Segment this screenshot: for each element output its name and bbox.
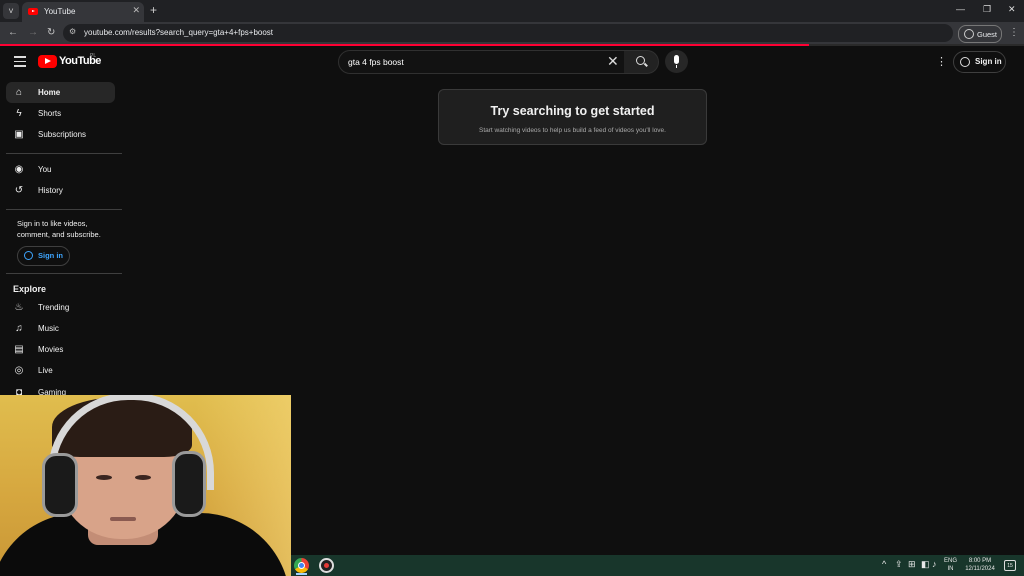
card-subtitle: Start watching videos to help us build a… xyxy=(479,127,666,134)
live-icon: ◎ xyxy=(14,365,24,376)
search-button[interactable] xyxy=(624,50,659,74)
search-query-text[interactable]: gta 4 fps boost xyxy=(348,57,404,67)
clock-time: 8:00 PM xyxy=(968,558,992,564)
movies-icon: ▤ xyxy=(14,344,24,355)
you-icon: ◉ xyxy=(14,164,24,175)
address-bar[interactable]: ⚙ youtube.com/results?search_query=gta+4… xyxy=(63,24,953,42)
update-icon[interactable]: ⇪ xyxy=(895,559,903,570)
history-icon: ↺ xyxy=(14,185,24,196)
sidebar-item-subscriptions[interactable]: ▣ Subscriptions xyxy=(6,124,115,145)
settings-menu-icon[interactable]: ⋮ xyxy=(936,55,947,68)
sidebar-item-movies[interactable]: ▤ Movies xyxy=(6,339,115,360)
reload-button[interactable]: ↻ xyxy=(47,27,55,38)
sidebar-sign-in-button[interactable]: Sign in xyxy=(17,246,70,266)
subscriptions-icon: ▣ xyxy=(14,129,24,140)
home-icon: ⌂ xyxy=(15,87,23,98)
close-window-button[interactable]: ✕ xyxy=(1008,4,1016,15)
active-app-indicator xyxy=(296,573,307,575)
sidebar-item-label: Trending xyxy=(38,303,70,312)
sidebar-item-music[interactable]: ♫ Music xyxy=(6,318,115,339)
hamburger-menu-icon[interactable] xyxy=(14,56,26,70)
sidebar-item-live[interactable]: ◎ Live xyxy=(6,360,115,381)
card-title: Try searching to get started xyxy=(490,104,655,118)
language-indicator[interactable]: ENG IN xyxy=(944,557,957,573)
display-icon[interactable]: ◧ xyxy=(921,559,930,570)
sign-in-label: Sign in xyxy=(975,57,1002,66)
forward-button[interactable]: → xyxy=(28,27,38,38)
notification-icon[interactable]: 15 xyxy=(1004,560,1016,571)
sidebar-item-label: Home xyxy=(38,88,61,97)
sidebar-item-shorts[interactable]: ϟ Shorts xyxy=(6,103,115,124)
clear-search-icon[interactable]: ✕ xyxy=(607,53,619,70)
app-tray-icon[interactable]: ⊞ xyxy=(908,559,916,570)
guest-label: Guest xyxy=(977,30,998,39)
show-hidden-icons-icon[interactable]: ^ xyxy=(882,559,886,569)
sidebar-item-you[interactable]: ◉ You xyxy=(6,159,115,180)
tab-title: YouTube xyxy=(44,7,76,16)
tune-icon[interactable]: ⚙ xyxy=(69,27,76,36)
page-load-progress xyxy=(0,44,1024,46)
guest-profile-button[interactable]: Guest xyxy=(958,25,1002,43)
search-input[interactable]: gta 4 fps boost ✕ xyxy=(338,50,626,74)
sidebar-item-label: Music xyxy=(38,324,59,333)
sidebar-item-home[interactable]: ⌂ Home xyxy=(6,82,115,103)
country-code: PL xyxy=(90,53,97,59)
sidebar-item-history[interactable]: ↺ History xyxy=(6,180,115,201)
sign-in-label: Sign in xyxy=(38,251,63,260)
sidebar-item-label: Subscriptions xyxy=(38,130,87,139)
restore-button[interactable]: ❐ xyxy=(983,4,991,15)
sidebar-item-label: You xyxy=(38,165,52,174)
browser-toolbar: ← → ↻ ⚙ youtube.com/results?search_query… xyxy=(0,22,1024,44)
music-icon: ♫ xyxy=(15,323,23,334)
browser-menu-icon[interactable]: ⋮ xyxy=(1009,27,1019,38)
taskbar: ^ ⇪ ⊞ ◧ ♪ ENG IN 8:00 PM 12/11/2024 15 xyxy=(291,555,1024,576)
webcam-overlay xyxy=(0,395,291,576)
clock[interactable]: 8:00 PM 12/11/2024 xyxy=(962,557,998,573)
explore-heading: Explore xyxy=(13,284,47,294)
account-icon xyxy=(24,251,33,260)
sidebar-item-trending[interactable]: ♨ Trending xyxy=(6,297,115,318)
tab-search-button[interactable]: ˅ xyxy=(3,3,19,19)
chrome-icon[interactable] xyxy=(294,558,309,573)
microphone-icon xyxy=(674,55,679,64)
sidebar-divider xyxy=(6,209,122,210)
sidebar-divider xyxy=(6,153,122,154)
sign-in-button[interactable]: Sign in xyxy=(953,51,1006,73)
youtube-favicon-icon xyxy=(28,8,38,15)
empty-feed-card: Try searching to get started Start watch… xyxy=(438,89,707,145)
url-text[interactable]: youtube.com/results?search_query=gta+4+f… xyxy=(84,28,273,37)
language-code: ENG xyxy=(944,558,958,564)
account-icon xyxy=(960,57,970,67)
clock-date: 12/11/2024 xyxy=(965,566,995,572)
sidebar-item-label: History xyxy=(38,186,63,195)
sign-in-prompt: Sign in to like videos, comment, and sub… xyxy=(17,219,101,239)
trending-icon: ♨ xyxy=(14,302,24,313)
keyboard-layout: IN xyxy=(947,566,954,572)
voice-search-button[interactable] xyxy=(665,50,688,73)
browser-tab-strip: ˅ YouTube ✕ + — ❐ ✕ xyxy=(0,0,1024,22)
new-tab-button[interactable]: + xyxy=(150,3,157,17)
youtube-play-icon xyxy=(38,55,57,68)
browser-tab-youtube[interactable]: YouTube ✕ xyxy=(22,2,144,22)
page-load-progress-fill xyxy=(0,44,809,46)
sidebar-divider xyxy=(6,273,122,274)
shorts-icon: ϟ xyxy=(16,108,22,119)
profile-icon xyxy=(964,29,974,39)
tab-close-icon[interactable]: ✕ xyxy=(132,5,140,16)
sidebar-item-label: Movies xyxy=(38,345,64,354)
sidebar-item-label: Live xyxy=(38,366,53,375)
sidebar-item-label: Shorts xyxy=(38,109,62,118)
minimize-button[interactable]: — xyxy=(956,4,965,14)
volume-icon[interactable]: ♪ xyxy=(932,559,937,569)
back-button[interactable]: ← xyxy=(8,27,18,38)
search-icon xyxy=(636,56,645,65)
screen-recorder-icon[interactable] xyxy=(319,558,334,573)
